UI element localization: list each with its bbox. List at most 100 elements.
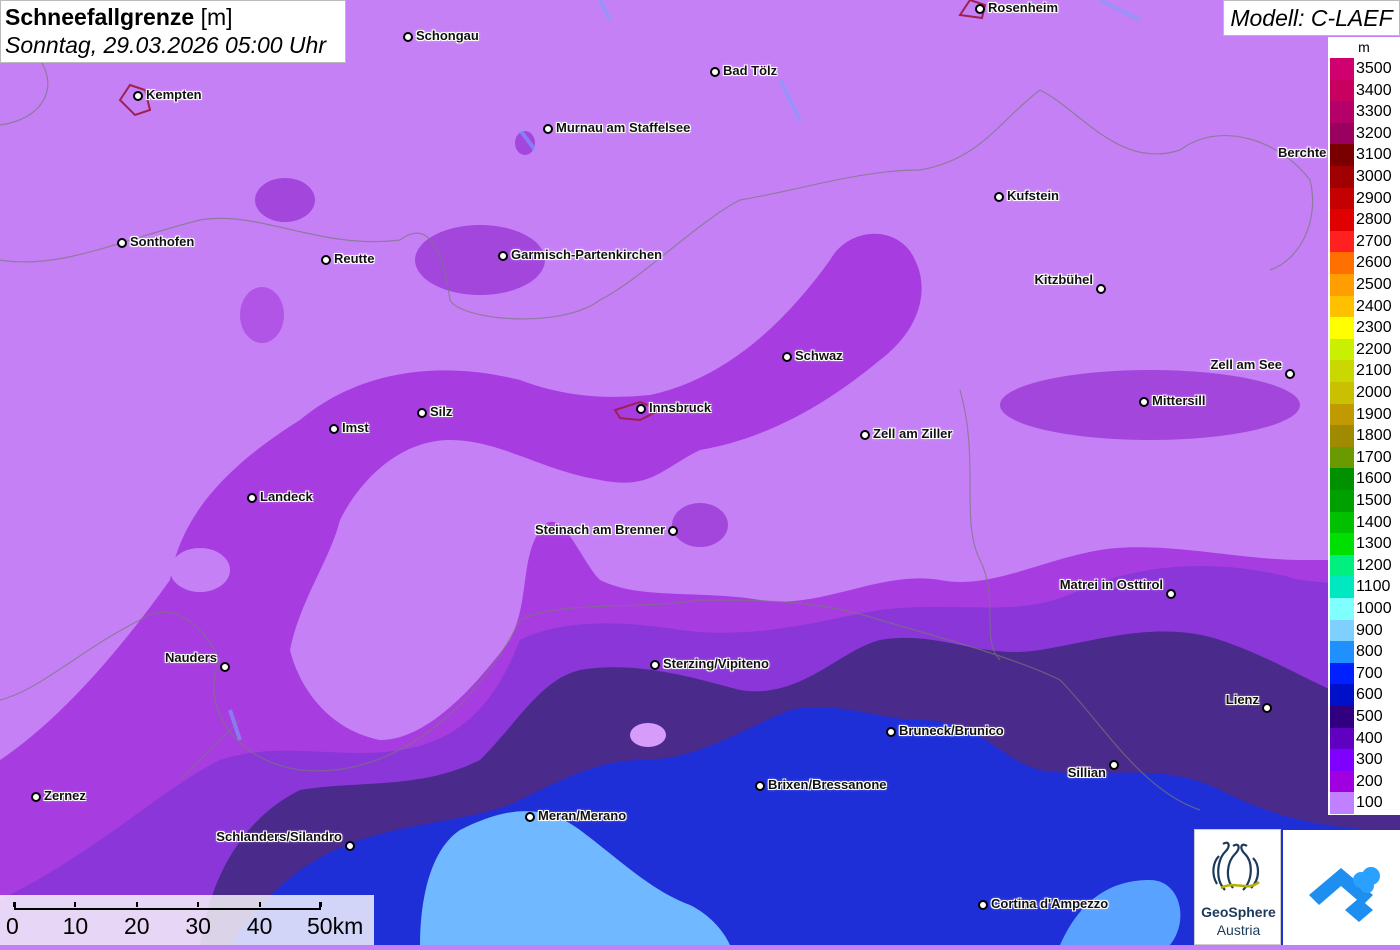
city-marker[interactable] <box>525 812 535 822</box>
city-label[interactable]: Schongau <box>416 28 479 43</box>
legend-entry: 1900 <box>1328 403 1400 426</box>
city-marker[interactable] <box>650 660 660 670</box>
legend-entry: 400 <box>1328 727 1400 750</box>
city-marker[interactable] <box>975 4 985 14</box>
city-label[interactable]: Steinach am Brenner <box>535 522 665 537</box>
legend-swatch <box>1330 360 1354 382</box>
city-label[interactable]: Brixen/Bressanone <box>768 777 887 792</box>
legend-swatch <box>1330 662 1354 685</box>
city-label[interactable]: Kufstein <box>1007 188 1059 203</box>
city-label[interactable]: Zell am Ziller <box>873 426 952 441</box>
legend-entry: 1500 <box>1328 490 1400 512</box>
city-marker[interactable] <box>1139 397 1149 407</box>
legend-label: 2200 <box>1356 340 1392 358</box>
geosphere-name: GeoSphere <box>1201 904 1276 920</box>
legend-label: 1400 <box>1356 513 1392 531</box>
scale-label: 10 <box>62 913 89 939</box>
city-label[interactable]: Kitzbühel <box>1035 272 1094 287</box>
city-marker[interactable] <box>860 430 870 440</box>
legend-label: 900 <box>1356 621 1383 639</box>
city-marker[interactable] <box>247 493 257 503</box>
city-label[interactable]: Cortina d'Ampezzo <box>991 896 1108 911</box>
city-marker[interactable] <box>710 67 720 77</box>
city-label[interactable]: Zell am See <box>1210 357 1282 372</box>
legend-entry: 2100 <box>1328 360 1400 382</box>
city-marker[interactable] <box>345 841 355 851</box>
city-marker[interactable] <box>403 32 413 42</box>
city-label[interactable]: Innsbruck <box>649 400 711 415</box>
city-label[interactable]: Berchte <box>1278 145 1326 160</box>
city-label[interactable]: Garmisch-Partenkirchen <box>511 247 662 262</box>
city-marker[interactable] <box>543 124 553 134</box>
legend-entry: 2900 <box>1328 187 1400 210</box>
city-label[interactable]: Imst <box>342 420 369 435</box>
legend-swatch <box>1330 792 1354 814</box>
city-marker[interactable] <box>321 255 331 265</box>
city-label[interactable]: Mittersill <box>1152 393 1205 408</box>
city-label[interactable]: Rosenheim <box>988 0 1058 15</box>
city-label[interactable]: Bad Tölz <box>723 63 777 78</box>
city-marker[interactable] <box>329 424 339 434</box>
city-marker[interactable] <box>498 251 508 261</box>
city-marker[interactable] <box>755 781 765 791</box>
legend-label: 700 <box>1356 664 1383 682</box>
city-label[interactable]: Schwaz <box>795 348 843 363</box>
city-label[interactable]: Reutte <box>334 251 374 266</box>
city-marker[interactable] <box>1262 703 1272 713</box>
city-marker[interactable] <box>1096 284 1106 294</box>
title-bold: Schneefallgrenze <box>5 4 195 30</box>
legend-label: 100 <box>1356 794 1383 812</box>
legend-entry: 3100 <box>1328 144 1400 166</box>
legend-swatch <box>1330 338 1354 361</box>
city-marker[interactable] <box>1109 760 1119 770</box>
legend-label: 1700 <box>1356 448 1392 466</box>
city-label[interactable]: Sterzing/Vipiteno <box>663 656 769 671</box>
legend-label: 1800 <box>1356 427 1392 445</box>
weather-app-logo <box>1283 830 1400 945</box>
legend-entry: 800 <box>1328 641 1400 663</box>
city-marker[interactable] <box>886 727 896 737</box>
city-marker[interactable] <box>220 662 230 672</box>
city-label[interactable]: Lienz <box>1226 692 1259 707</box>
legend-entry: 1200 <box>1328 554 1400 577</box>
city-marker[interactable] <box>636 404 646 414</box>
city-label[interactable]: Matrei in Osttirol <box>1060 577 1163 592</box>
legend-swatch <box>1330 619 1354 642</box>
city-label[interactable]: Silz <box>430 404 452 419</box>
map-title-box: Schneefallgrenze [m] Sonntag, 29.03.2026… <box>0 0 346 63</box>
legend-swatch <box>1330 598 1354 620</box>
legend-label: 2300 <box>1356 319 1392 337</box>
legend-swatch <box>1330 101 1354 123</box>
city-label[interactable]: Kempten <box>146 87 202 102</box>
legend-entry: 2300 <box>1328 317 1400 339</box>
city-label[interactable]: Schlanders/Silandro <box>216 829 342 844</box>
city-marker[interactable] <box>1285 369 1295 379</box>
city-marker[interactable] <box>668 526 678 536</box>
city-label[interactable]: Sonthofen <box>130 234 194 249</box>
legend-label: 2000 <box>1356 384 1392 401</box>
legend-entry: 100 <box>1328 792 1400 814</box>
city-label[interactable]: Meran/Merano <box>538 808 626 823</box>
map-title: Schneefallgrenze [m] <box>5 3 341 31</box>
city-label[interactable]: Murnau am Staffelsee <box>556 120 690 135</box>
legend-swatch <box>1330 554 1354 577</box>
city-marker[interactable] <box>117 238 127 248</box>
legend-entry: 3500 <box>1328 58 1400 80</box>
city-marker[interactable] <box>782 352 792 362</box>
city-label[interactable]: Bruneck/Brunico <box>899 723 1004 738</box>
city-label[interactable]: Sillian <box>1068 765 1106 780</box>
city-marker[interactable] <box>1166 589 1176 599</box>
city-marker[interactable] <box>994 192 1004 202</box>
scale-tick <box>13 902 15 907</box>
legend-entry: 2400 <box>1328 295 1400 318</box>
city-label[interactable]: Landeck <box>260 489 313 504</box>
city-marker[interactable] <box>133 91 143 101</box>
city-marker[interactable] <box>417 408 427 418</box>
legend-label: 1200 <box>1356 556 1392 574</box>
scale-tick <box>320 902 322 907</box>
snowline-map[interactable] <box>0 0 1400 945</box>
city-label[interactable]: Zernez <box>44 788 86 803</box>
city-marker[interactable] <box>31 792 41 802</box>
city-label[interactable]: Nauders <box>165 650 217 665</box>
city-marker[interactable] <box>978 900 988 910</box>
